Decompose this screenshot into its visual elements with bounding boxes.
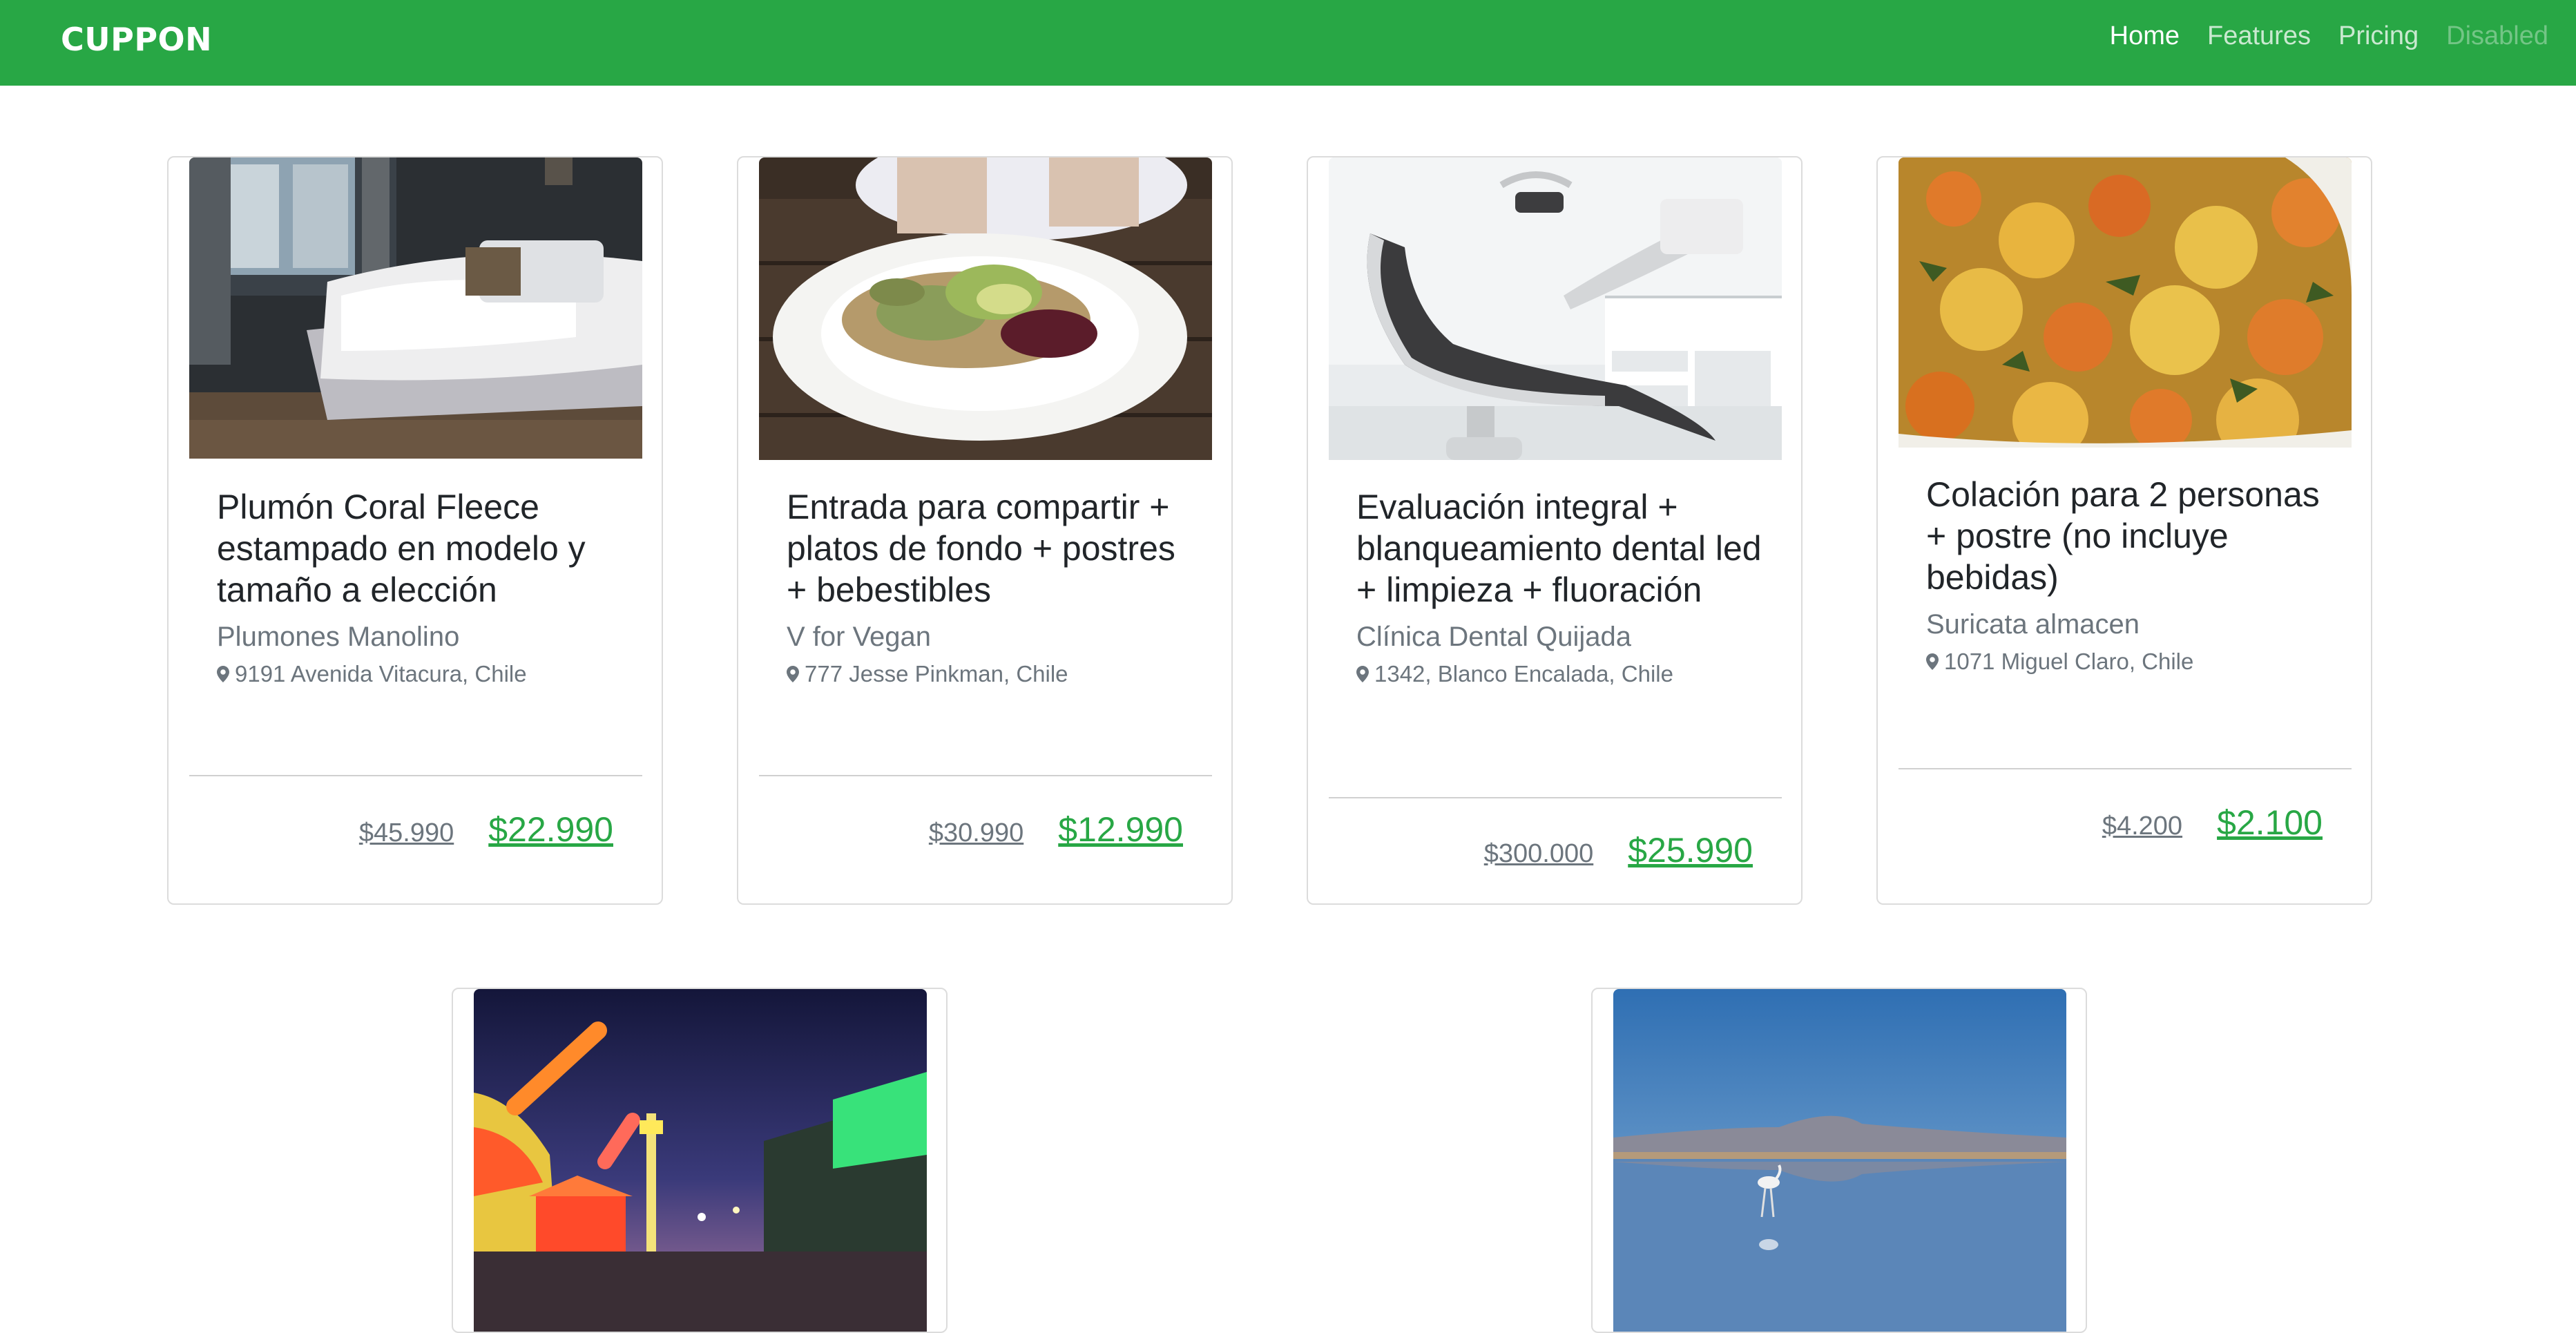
deal-prices: $300.000 $25.990 (1484, 830, 1753, 870)
new-price[interactable]: $22.990 (488, 809, 613, 850)
address-text: 9191 Avenida Vitacura, Chile (235, 661, 527, 687)
deal-card[interactable]: Colación para 2 personas + postre (no in… (1876, 156, 2372, 905)
deal-address: 9191 Avenida Vitacura, Chile (217, 660, 631, 688)
merchant-name: Clínica Dental Quijada (1356, 622, 1631, 652)
flamingo-lake-photo (1613, 989, 2066, 1332)
old-price[interactable]: $30.990 (929, 818, 1023, 848)
nav-link-features[interactable]: Features (2207, 21, 2311, 52)
deal-image-dental[interactable] (1329, 157, 1782, 460)
brand-logo[interactable]: CUPPON (61, 21, 212, 59)
map-marker-icon (1926, 653, 1939, 670)
merchant-name: Plumones Manolino (217, 622, 460, 652)
deal-card-body: Colación para 2 personas + postre (no in… (1926, 474, 2340, 675)
deal-title[interactable]: Colación para 2 personas + postre (no in… (1926, 474, 2340, 598)
deal-card-body: Entrada para compartir + platos de fondo… (787, 486, 1201, 688)
new-price[interactable]: $2.100 (2217, 803, 2323, 843)
card-divider (189, 775, 642, 776)
merchant-name: V for Vegan (787, 622, 932, 652)
deal-card[interactable]: Entrada para compartir + platos de fondo… (737, 156, 1233, 905)
address-text: 777 Jesse Pinkman, Chile (805, 661, 1068, 687)
deal-prices: $4.200 $2.100 (2102, 803, 2323, 843)
deal-image-salad[interactable] (759, 157, 1212, 460)
map-marker-icon (1356, 666, 1369, 682)
dental-photo (1329, 157, 1782, 460)
map-marker-icon (787, 666, 799, 682)
deal-address: 777 Jesse Pinkman, Chile (787, 660, 1201, 688)
map-marker-icon (217, 666, 229, 682)
deal-image-stew[interactable] (1899, 157, 2352, 448)
old-price[interactable]: $4.200 (2102, 812, 2182, 841)
salad-photo (759, 157, 1212, 460)
deal-title[interactable]: Evaluación integral + blanqueamiento den… (1356, 486, 1771, 611)
merchant-name: Suricata almacen (1926, 609, 2140, 640)
card-divider (1329, 797, 1782, 798)
nav-link-home[interactable]: Home (2110, 21, 2180, 52)
deal-image-flamingo-lake[interactable] (1613, 989, 2066, 1332)
deal-card[interactable]: Evaluación integral + blanqueamiento den… (1307, 156, 1803, 905)
deal-card-body: Plumón Coral Fleece estampado en modelo … (217, 486, 631, 688)
new-price[interactable]: $25.990 (1628, 830, 1753, 870)
deal-address: 1071 Miguel Claro, Chile (1926, 648, 2340, 675)
deal-card-body: Evaluación integral + blanqueamiento den… (1356, 486, 1771, 688)
address-text: 1071 Miguel Claro, Chile (1944, 649, 2194, 674)
new-price[interactable]: $12.990 (1058, 809, 1183, 850)
nav-link-pricing[interactable]: Pricing (2338, 21, 2419, 52)
deal-address: 1342, Blanco Encalada, Chile (1356, 660, 1771, 688)
deal-image-bedroom[interactable] (189, 157, 642, 459)
deal-title[interactable]: Entrada para compartir + platos de fondo… (787, 486, 1201, 611)
address-text: 1342, Blanco Encalada, Chile (1374, 661, 1673, 687)
navbar: CUPPON Home Features Pricing Disabled (0, 0, 2576, 86)
card-divider (759, 775, 1212, 776)
card-divider (1899, 768, 2352, 769)
old-price[interactable]: $45.990 (359, 818, 454, 848)
bedroom-photo (189, 157, 642, 459)
deal-card[interactable]: Plumón Coral Fleece estampado en modelo … (167, 156, 663, 905)
deal-card[interactable] (452, 988, 948, 1333)
deal-image-amusement-park[interactable] (474, 989, 927, 1332)
deal-prices: $30.990 $12.990 (929, 809, 1183, 850)
nav-links: Home Features Pricing Disabled (2110, 21, 2548, 52)
old-price[interactable]: $300.000 (1484, 839, 1594, 869)
deal-prices: $45.990 $22.990 (359, 809, 613, 850)
deal-title[interactable]: Plumón Coral Fleece estampado en modelo … (217, 486, 631, 611)
nav-link-disabled: Disabled (2446, 21, 2548, 50)
stew-photo (1899, 157, 2352, 448)
amusement-park-photo (474, 989, 927, 1332)
deal-card[interactable] (1591, 988, 2087, 1333)
